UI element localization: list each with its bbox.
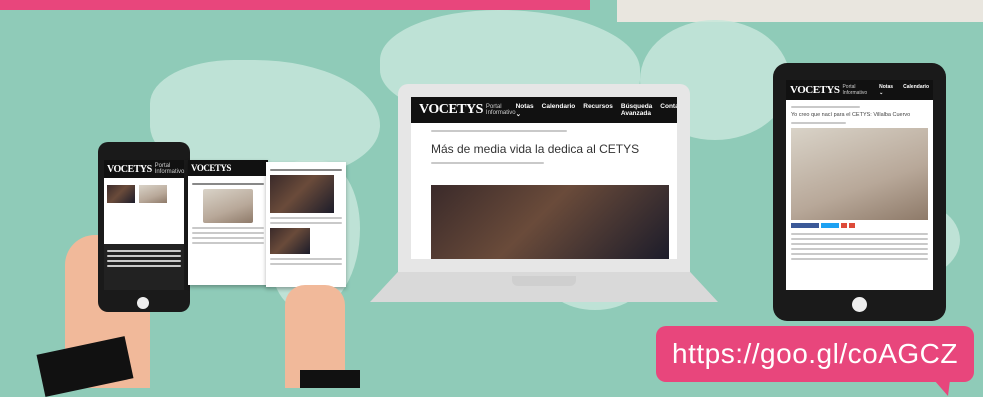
tablet: VOCETYS Portal Informativo Notas ⌄ Calen… (773, 63, 946, 321)
nav-notas[interactable]: Notas ⌄ (879, 84, 895, 96)
laptop-screen: VOCETYS Portal Informativo Notas ⌄ Calen… (411, 97, 677, 259)
article-title: Más de media vida la dedica al CETYS (431, 142, 640, 156)
brand-subtitle: Portal Informativo (842, 84, 868, 96)
nav-contacto[interactable]: Contacto (660, 103, 677, 118)
laptop-nav: Notas ⌄ Calendario Recursos Búsqueda Ava… (516, 103, 677, 118)
nav-calendario[interactable]: Calendario (542, 103, 576, 118)
left-phone-home-button[interactable] (137, 297, 149, 309)
brand-logo: VOCETYS (107, 163, 152, 175)
brand-logo[interactable]: VOCETYS (419, 102, 483, 118)
top-right-card (617, 0, 983, 22)
brand-logo: VOCETYS (191, 163, 231, 173)
url-badge[interactable]: https://goo.gl/coAGCZ (656, 326, 974, 396)
laptop-trackpad[interactable] (512, 276, 576, 286)
left-phone-screen: VOCETYS Portal Informativo (104, 160, 184, 290)
folded-page-1: VOCETYS (188, 160, 268, 285)
brand-logo[interactable]: VOCETYS (790, 84, 840, 96)
left-phone: VOCETYS Portal Informativo (98, 142, 190, 312)
nav-recursos[interactable]: Recursos (583, 103, 613, 118)
tablet-article-title: Yo creo que nací para el CETYS: Villalba… (791, 112, 911, 118)
tablet-home-button[interactable] (852, 297, 867, 312)
tablet-screen: VOCETYS Portal Informativo Notas ⌄ Calen… (786, 80, 933, 290)
nav-notas[interactable]: Notas ⌄ (516, 103, 534, 118)
tablet-article-photo (791, 128, 928, 220)
nav-busqueda[interactable]: Búsqueda Avanzada (621, 103, 652, 118)
brand-subtitle: Portal Informativo (154, 163, 185, 175)
article-photo (431, 185, 669, 259)
folded-page-2 (266, 162, 346, 287)
laptop: VOCETYS Portal Informativo Notas ⌄ Calen… (398, 84, 690, 272)
breadcrumb (431, 130, 567, 132)
brand-subtitle: Portal Informativo (485, 104, 516, 116)
tablet-nav: Notas ⌄ Calendario (879, 84, 929, 96)
nav-calendario[interactable]: Calendario (903, 84, 929, 96)
short-url[interactable]: https://goo.gl/coAGCZ (672, 338, 958, 370)
sleeve-right (300, 370, 360, 388)
top-accent-bar (0, 0, 590, 10)
